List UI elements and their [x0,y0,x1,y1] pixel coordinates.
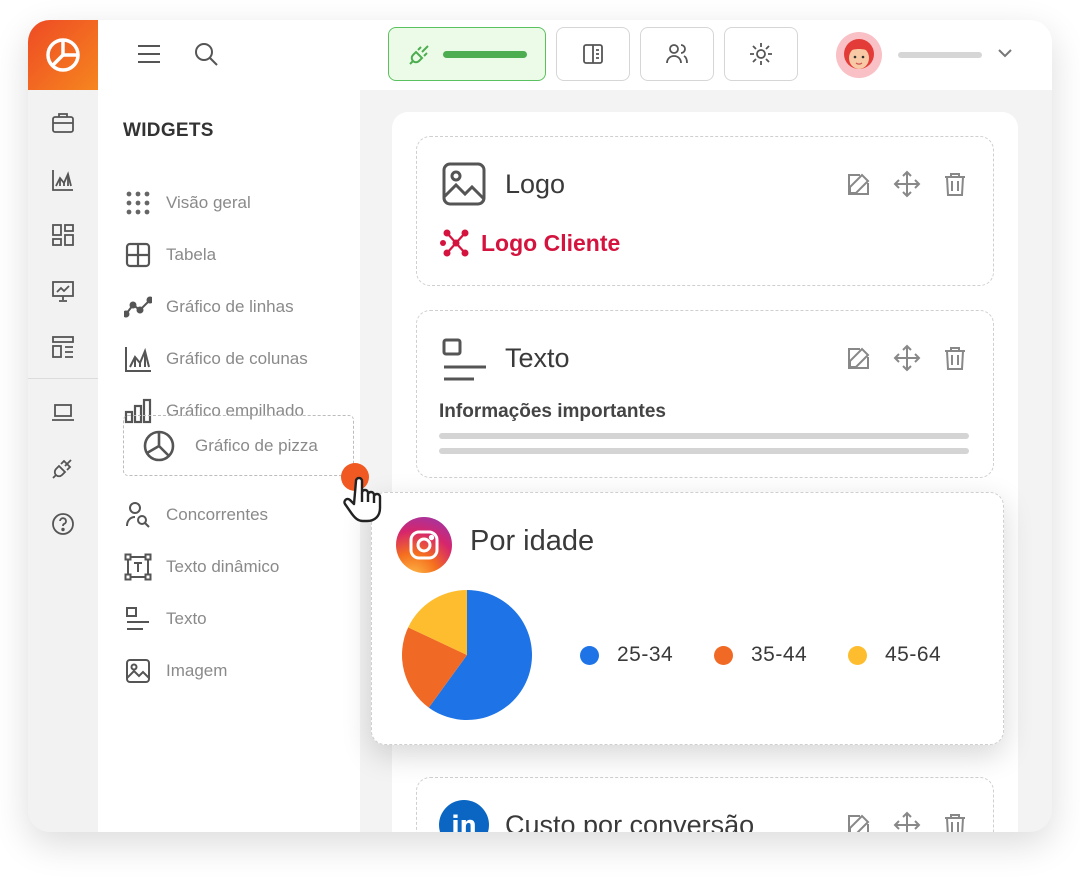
client-logo: Logo Cliente [439,227,620,259]
text-block-icon [123,604,153,634]
line-chart-icon [123,292,153,322]
legend-item: 35-44 [714,643,807,667]
sidebar-item-imagem[interactable]: Imagem [123,654,227,688]
area-chart-icon[interactable] [48,165,78,195]
briefcase-icon[interactable] [48,108,78,138]
widget-title: Texto [505,343,570,373]
top-bar [98,20,1052,90]
users-button[interactable] [640,27,714,81]
rail-divider [28,378,98,379]
users-icon [666,44,688,64]
sidebar-item-tabela[interactable]: Tabela [123,238,216,272]
report-button[interactable] [556,27,630,81]
dashboard-icon[interactable] [48,220,78,250]
edit-icon[interactable] [845,170,873,198]
sidebar-item-label: Gráfico de linhas [166,297,294,316]
text-line-placeholder [439,448,969,454]
sidebar-item-concorrentes[interactable]: Concorrentes [123,498,268,532]
sidebar-item-label: Gráfico de pizza [195,435,318,455]
edit-icon[interactable] [845,344,873,372]
text-block-icon [441,337,487,383]
sidebar-item-label: Tabela [166,245,217,264]
active-indicator-bar [443,50,527,58]
widget-pie-chart[interactable]: Por idade 25-34 35-44 45-64 [371,492,1004,745]
sidebar-item-label: Gráfico de colunas [166,349,308,368]
linkedin-icon: in [439,800,489,832]
legend-dot [580,645,599,665]
widget-title: Por idade [470,525,595,557]
sidebar-item-label: Texto dinâmico [166,557,280,576]
legend-label: 25-34 [617,643,674,666]
chevron-down-icon[interactable] [996,46,1014,65]
icon-rail [28,20,98,832]
widget-cost-per-conversion[interactable]: in Custo por conversão [416,777,994,832]
sidebar-item-label: Visão geral [166,193,251,212]
move-icon[interactable] [893,170,921,198]
delete-icon[interactable] [941,344,969,372]
edit-icon[interactable] [845,811,873,832]
user-search-icon [123,500,153,530]
sidebar-item-visao-geral[interactable]: Visão geral [123,186,251,220]
sidebar-item-texto[interactable]: Texto [123,602,207,636]
widget-text[interactable]: Texto Informações importantes [416,310,994,478]
sidebar-item-label: Texto [166,609,207,628]
sidebar-item-grafico-linhas[interactable]: Gráfico de linhas [123,290,294,324]
legend-dot [714,645,733,665]
sidebar-item-label: Imagem [166,661,228,680]
username-placeholder [898,52,982,58]
help-icon[interactable] [48,509,78,539]
brand-logo[interactable] [28,20,98,90]
integrations-button[interactable] [388,27,546,81]
widget-subtitle: Informações importantes [439,401,666,422]
text-line-placeholder [439,433,969,439]
client-logo-icon [440,229,469,257]
widget-actions [845,344,969,372]
delete-icon[interactable] [941,811,969,832]
plug-icon[interactable] [48,453,78,483]
settings-button[interactable] [724,27,798,81]
table-icon [123,240,153,270]
search-icon[interactable] [193,41,219,72]
sidebar-item-label: Concorrentes [166,505,269,524]
widget-logo[interactable]: Logo Logo Cliente [416,136,994,286]
text-frame-icon [123,552,153,582]
plug-icon [409,45,429,65]
legend-item: 45-64 [848,643,941,667]
presentation-icon[interactable] [48,276,78,306]
legend-label: 35-44 [751,643,808,666]
delete-icon[interactable] [941,170,969,198]
widget-actions [845,170,969,198]
hand-cursor-icon [342,473,392,530]
avatar[interactable] [836,32,882,78]
widget-title: Custo por conversão [505,810,755,832]
settings-icon [750,43,772,65]
image-icon [123,656,153,686]
pie-chart-icon [46,38,80,72]
column-chart-icon [123,344,153,374]
sidebar-title: WIDGETS [123,120,214,141]
move-icon[interactable] [893,344,921,372]
move-icon[interactable] [893,811,921,832]
client-logo-text: Logo Cliente [481,229,621,256]
sidebar-item-grafico-pizza[interactable]: Gráfico de pizza [123,415,354,476]
widget-actions [845,811,969,832]
pie-chart [402,590,532,720]
menu-icon[interactable] [136,42,162,71]
widget-title: Logo [505,169,566,199]
report-icon [583,44,603,64]
instagram-icon [396,517,452,573]
legend-dot [848,645,867,665]
image-icon [441,161,487,207]
legend-item: 25-34 [580,643,673,667]
sidebar-item-texto-dinamico[interactable]: Texto dinâmico [123,550,279,584]
pie-chart-icon [142,429,176,463]
grid-dots-icon [123,188,153,218]
layout-icon[interactable] [48,332,78,362]
laptop-icon[interactable] [48,398,78,428]
sidebar-item-grafico-colunas[interactable]: Gráfico de colunas [123,342,308,376]
legend-label: 45-64 [885,643,942,666]
